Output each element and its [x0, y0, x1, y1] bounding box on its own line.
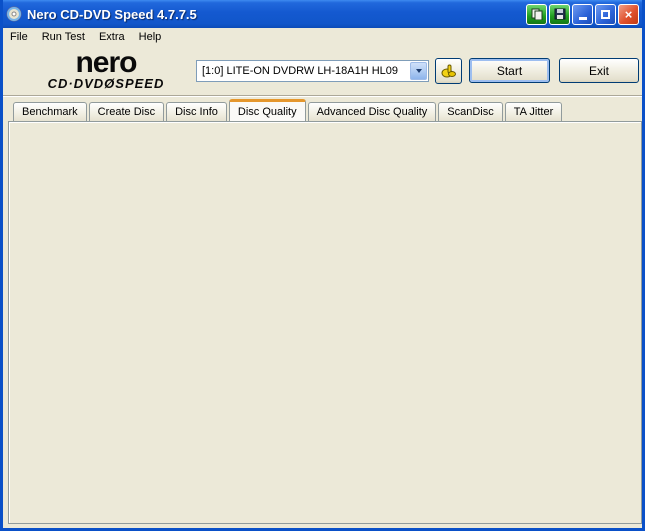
title-bar: Nero CD-DVD Speed 4.7.7.5 ×	[3, 0, 642, 28]
tab-disc-info[interactable]: Disc Info	[166, 102, 227, 121]
tab-create-disc[interactable]: Create Disc	[88, 102, 165, 121]
copy-report-button[interactable]	[526, 3, 547, 25]
disc-quality-tab-page	[8, 121, 642, 524]
menu-bar: File Run Test Extra Help	[3, 28, 642, 47]
close-button[interactable]: ×	[618, 3, 639, 25]
save-icon	[554, 8, 565, 20]
tab-benchmark[interactable]: Benchmark	[13, 102, 87, 121]
exit-button[interactable]: Exit	[559, 58, 639, 83]
disc-eject-button[interactable]	[435, 58, 462, 84]
cddvdspeed-logo-text: CD·DVDØSPEED	[47, 76, 165, 91]
minimize-button[interactable]	[572, 3, 593, 25]
app-window: Nero CD-DVD Speed 4.7.7.5 × File Run Tes…	[0, 0, 645, 531]
tab-scandisc[interactable]: ScanDisc	[438, 102, 503, 121]
tab-strip: Benchmark Create Disc Disc Info Disc Qua…	[13, 99, 564, 121]
maximize-icon	[601, 9, 610, 19]
drive-selector-dropdown-button[interactable]	[410, 62, 427, 80]
toolbar: nero CD·DVDØSPEED [1:0] LITE-ON DVDRW LH…	[3, 47, 642, 96]
menu-run-test[interactable]: Run Test	[35, 29, 92, 45]
tab-disc-quality[interactable]: Disc Quality	[228, 99, 306, 121]
maximize-button[interactable]	[595, 3, 616, 25]
nero-logo: nero CD·DVDØSPEED	[21, 46, 191, 92]
close-icon: ×	[624, 6, 633, 22]
chevron-down-icon	[415, 69, 422, 73]
drive-selector-value: [1:0] LITE-ON DVDRW LH-18A1H HL09	[202, 65, 399, 77]
menu-extra[interactable]: Extra	[92, 29, 132, 45]
copy-icon	[531, 8, 542, 20]
start-button[interactable]: Start	[469, 58, 550, 83]
menu-help[interactable]: Help	[132, 29, 169, 45]
exit-button-label: Exit	[588, 63, 609, 78]
menu-file[interactable]: File	[3, 29, 35, 45]
tab-ta-jitter[interactable]: TA Jitter	[504, 102, 563, 121]
app-icon	[6, 6, 22, 22]
save-report-button[interactable]	[549, 3, 570, 25]
minimize-icon	[578, 17, 587, 20]
drive-selector[interactable]: [1:0] LITE-ON DVDRW LH-18A1H HL09	[196, 60, 429, 82]
nero-logo-text: nero	[75, 46, 137, 79]
window-title: Nero CD-DVD Speed 4.7.7.5	[27, 6, 197, 22]
start-button-label: Start	[496, 63, 523, 78]
hand-disc-icon	[441, 64, 456, 78]
tab-advanced-disc-quality[interactable]: Advanced Disc Quality	[307, 102, 437, 121]
